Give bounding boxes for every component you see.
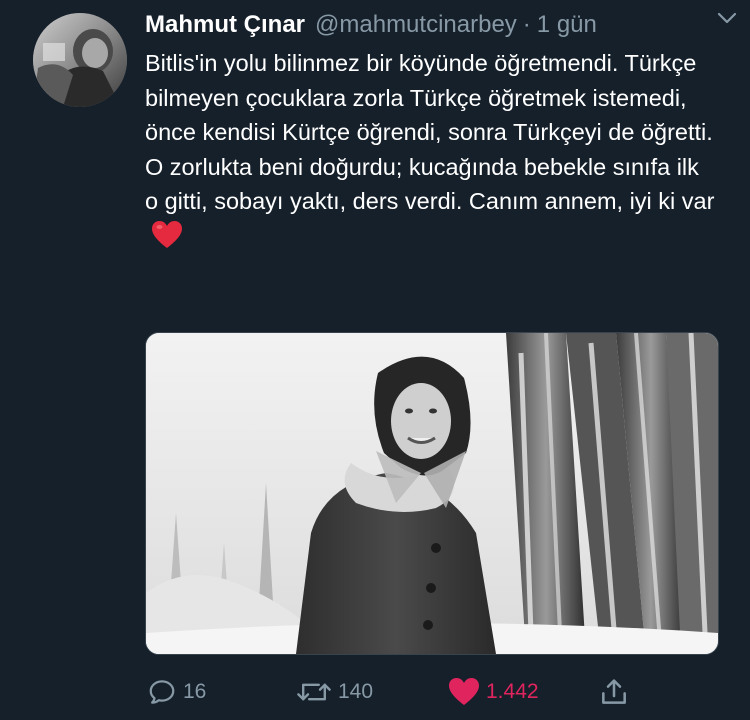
- avatar[interactable]: [33, 13, 127, 107]
- share-button[interactable]: [598, 672, 630, 712]
- retweet-count: 140: [338, 680, 374, 703]
- timestamp[interactable]: 1 gün: [537, 11, 597, 39]
- chevron-down-icon[interactable]: [714, 6, 740, 30]
- retweet-button[interactable]: 140: [296, 672, 373, 712]
- avatar-photo: [33, 13, 127, 107]
- tweet-text: Bitlis'in yolu bilinmez bir köyünde öğre…: [145, 46, 715, 259]
- tweet-text-body: Bitlis'in yolu bilinmez bir köyünde öğre…: [145, 50, 715, 214]
- reply-count: 16: [183, 680, 207, 703]
- photo-image: [146, 333, 718, 654]
- red-heart-emoji: [151, 220, 183, 260]
- tweet-photo[interactable]: [145, 332, 719, 655]
- share-icon: [602, 679, 626, 704]
- like-button[interactable]: 1.442: [448, 672, 539, 712]
- display-name[interactable]: Mahmut Çınar: [145, 11, 305, 39]
- tweet-header: Mahmut Çınar @mahmutcinarbey · 1 gün: [145, 8, 730, 42]
- retweet-icon: [297, 683, 331, 701]
- separator-dot: ·: [522, 11, 531, 38]
- reply-button[interactable]: 16: [147, 672, 206, 712]
- tweet-actions: 16 140 1.442: [0, 672, 750, 712]
- like-count: 1.442: [486, 680, 539, 703]
- username-handle[interactable]: @mahmutcinarbey: [315, 11, 517, 39]
- heart-icon: [449, 678, 479, 705]
- reply-icon: [149, 680, 175, 704]
